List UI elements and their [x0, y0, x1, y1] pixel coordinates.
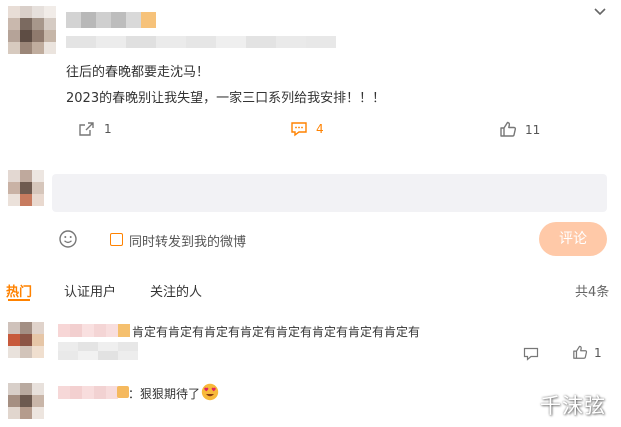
- emoji-button[interactable]: [58, 229, 78, 249]
- my-avatar[interactable]: [8, 170, 44, 206]
- reply-comment-icon[interactable]: [523, 346, 539, 365]
- heart-eyes-emoji-icon: [201, 383, 219, 401]
- thumbs-up-icon: [499, 121, 517, 138]
- reply-author-name[interactable]: [58, 386, 118, 399]
- watermark: 千沫弦: [540, 394, 606, 418]
- tab-verified[interactable]: 认证用户: [64, 281, 116, 300]
- post-text-line-2: 2023的春晚别让我失望，一家三口系列给我安排！！！: [66, 91, 386, 106]
- like-button[interactable]: 11: [499, 121, 540, 138]
- reply-like-button[interactable]: 1: [572, 345, 602, 360]
- avatar[interactable]: [8, 322, 44, 358]
- comment-input[interactable]: [52, 174, 607, 212]
- smiley-icon: [59, 230, 77, 248]
- comment-button[interactable]: 4: [290, 121, 324, 137]
- submit-comment-button[interactable]: 评论: [539, 222, 607, 256]
- share-count: 1: [104, 122, 112, 136]
- post-text-line-1: 往后的春晚都要走沈马！: [66, 65, 210, 80]
- like-count: 11: [525, 122, 541, 137]
- tab-hot[interactable]: 热门: [6, 281, 32, 300]
- avatar[interactable]: [8, 383, 44, 419]
- forward-checkbox[interactable]: [110, 233, 123, 246]
- tab-following[interactable]: 关注的人: [150, 281, 202, 300]
- post-meta: [66, 36, 336, 48]
- share-icon: [78, 121, 96, 137]
- tab-hot-underline: [8, 299, 30, 301]
- author-name[interactable]: [66, 12, 156, 28]
- comment-icon: [290, 121, 308, 137]
- chevron-down-icon[interactable]: [592, 4, 608, 18]
- reply-text: ：狠狠期待了: [128, 387, 201, 401]
- author-avatar[interactable]: [8, 6, 56, 54]
- reply-like-count: 1: [594, 345, 602, 360]
- reply-meta: [58, 342, 138, 360]
- comment-count: 4: [316, 122, 324, 136]
- comment-total: 共4条: [575, 285, 610, 300]
- reply-author-name[interactable]: [58, 324, 130, 337]
- share-button[interactable]: 1: [78, 121, 112, 137]
- thumbs-up-icon: [572, 345, 588, 360]
- reply-text: 肯定有肯定有肯定有肯定有肯定有肯定有肯定有肯定有: [132, 325, 421, 339]
- forward-label[interactable]: 同时转发到我的微博: [129, 231, 246, 250]
